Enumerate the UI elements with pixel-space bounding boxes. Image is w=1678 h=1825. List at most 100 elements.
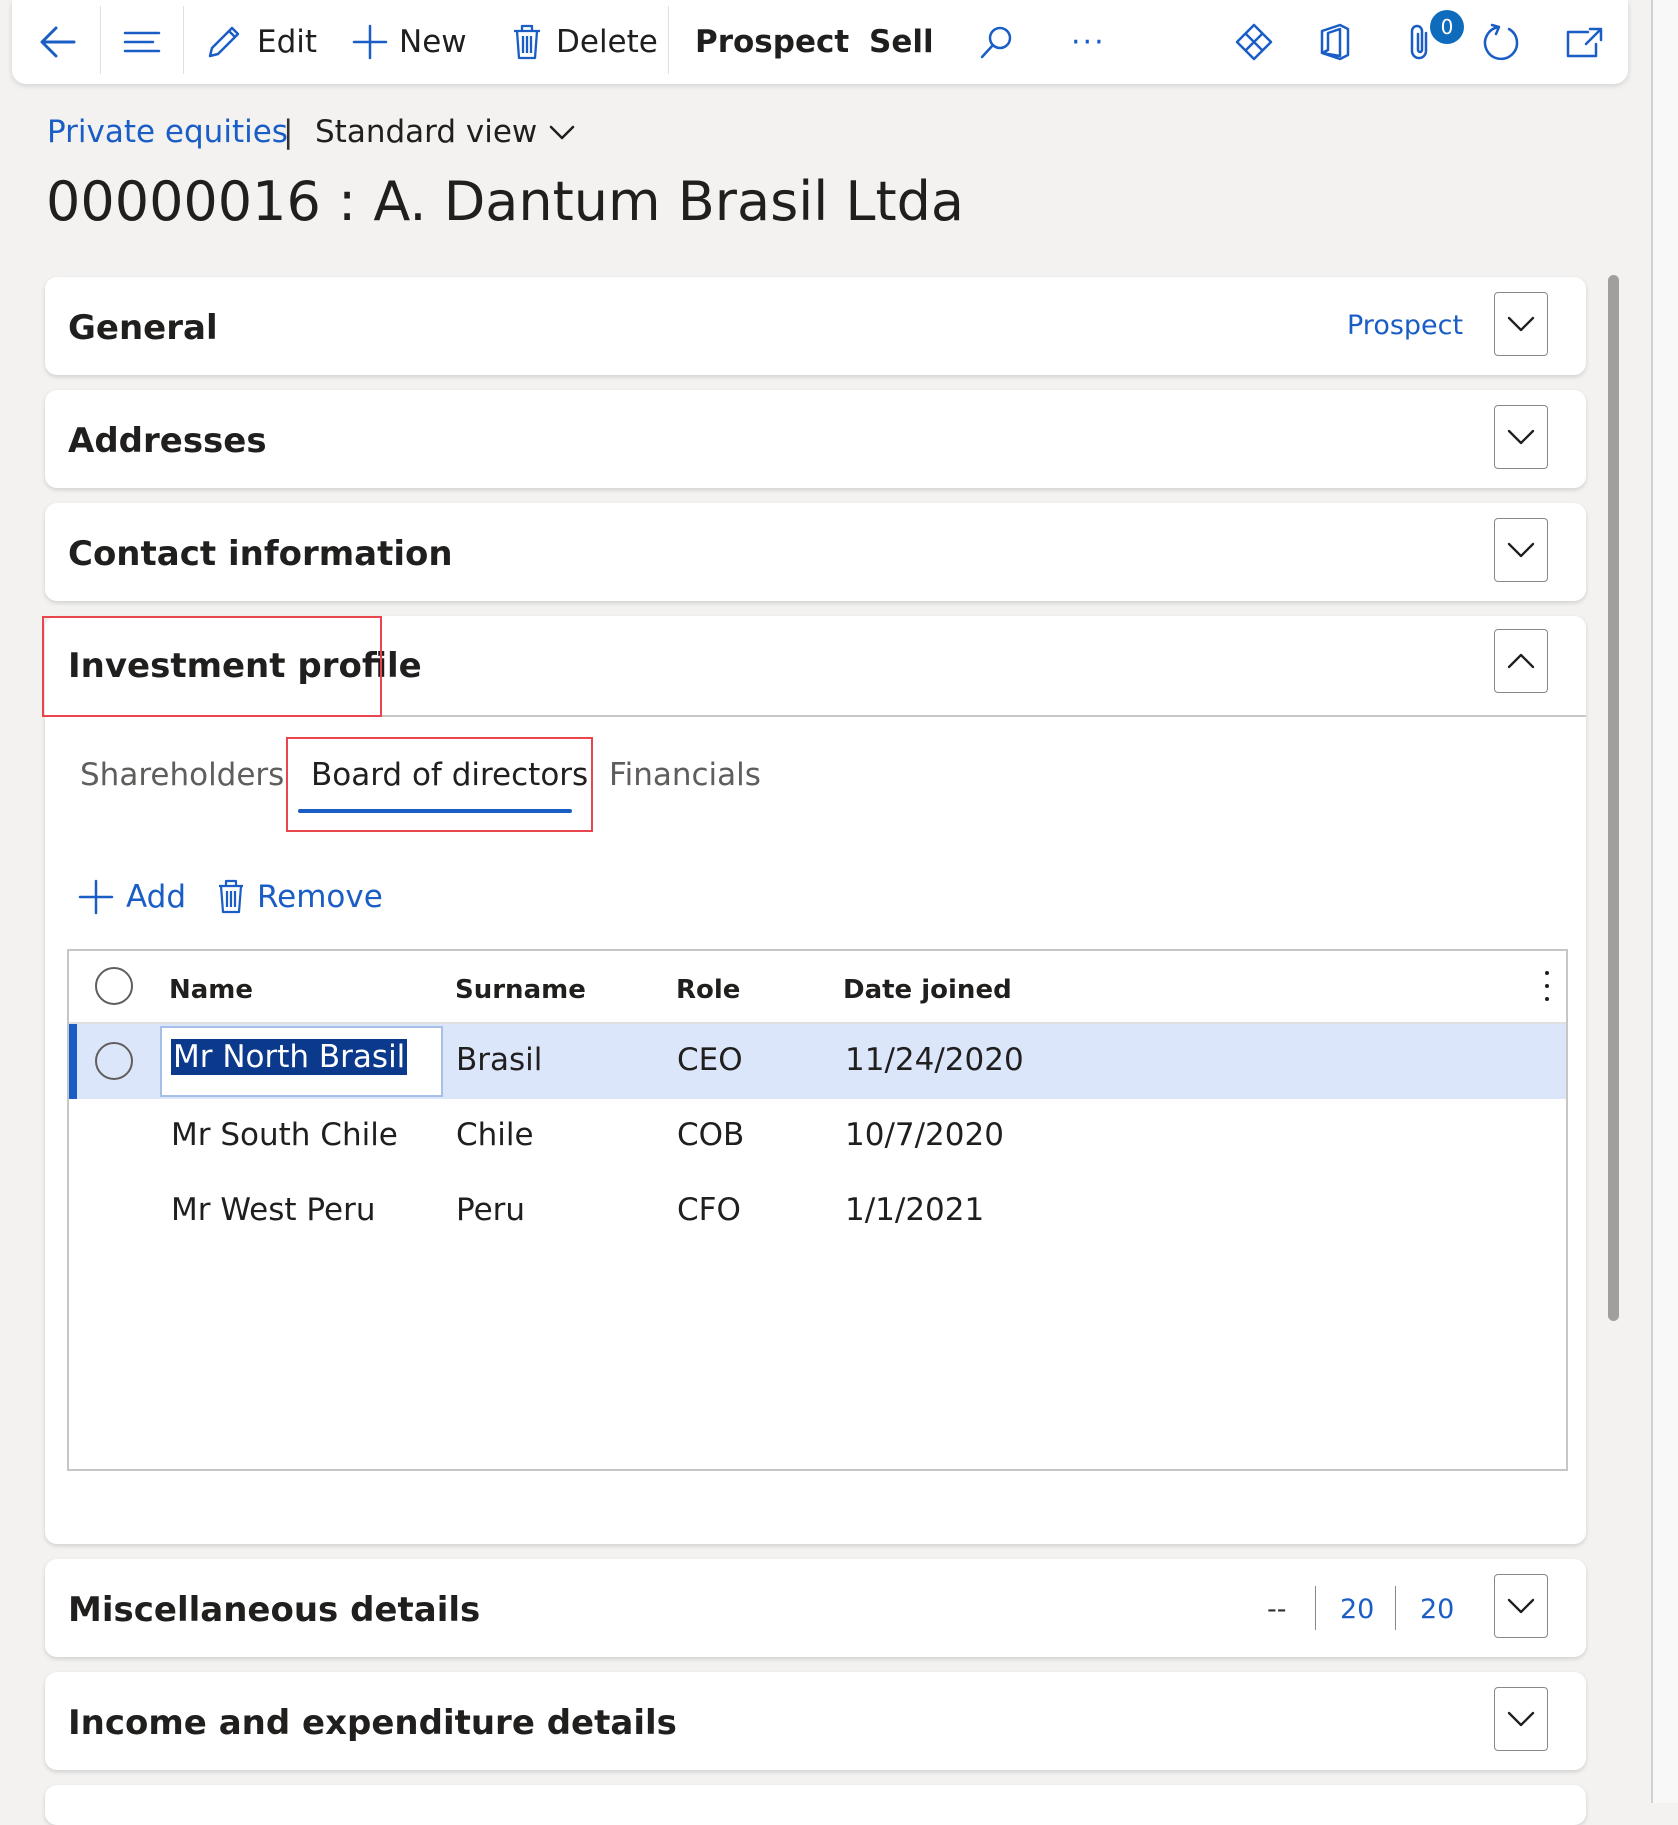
attachments-button[interactable] xyxy=(1406,0,1436,84)
pencil-icon xyxy=(208,26,240,58)
row-role[interactable]: COB xyxy=(677,1117,744,1153)
summary-divider xyxy=(1315,1586,1316,1630)
chevron-down-icon xyxy=(1507,1711,1535,1727)
table-row[interactable]: Mr North Brasil Brasil CEO 11/24/2020 xyxy=(69,1024,1566,1099)
expand-addresses-button[interactable] xyxy=(1494,405,1548,469)
row-date-joined[interactable]: 1/1/2021 xyxy=(845,1192,984,1228)
add-director-button[interactable]: Add xyxy=(78,872,186,922)
action-pane: Edit New Delete Prospect Sell ··· 0 xyxy=(12,0,1628,84)
plus-icon xyxy=(352,24,388,60)
ellipsis-icon: ··· xyxy=(1071,24,1106,60)
chevron-down-icon xyxy=(1507,429,1535,445)
collapse-investment-button[interactable] xyxy=(1494,629,1548,693)
chevron-down-icon xyxy=(1507,316,1535,332)
select-all-radio[interactable] xyxy=(95,967,133,1005)
section-title-income-expenditure[interactable]: Income and expenditure details xyxy=(68,1703,677,1743)
remove-director-button[interactable]: Remove xyxy=(217,872,383,922)
column-header-surname[interactable]: Surname xyxy=(455,975,586,1005)
next-section-partial xyxy=(45,1785,1586,1825)
plus-icon xyxy=(78,879,114,915)
office-icon xyxy=(1320,23,1350,61)
row-role[interactable]: CFO xyxy=(677,1192,741,1228)
miscellaneous-details-section: Miscellaneous details -- 20 20 xyxy=(45,1559,1586,1657)
delete-button[interactable]: Delete xyxy=(512,0,658,84)
open-new-window-button[interactable] xyxy=(1564,0,1604,84)
chevron-down-icon xyxy=(550,125,575,140)
highlight-board-of-directors-tab xyxy=(286,737,593,832)
column-header-date-joined[interactable]: Date joined xyxy=(843,975,1012,1005)
right-pane-edge xyxy=(1653,0,1678,1803)
row-name[interactable]: Mr South Chile xyxy=(171,1117,398,1153)
view-selector[interactable]: Standard view xyxy=(315,114,575,150)
income-expenditure-section: Income and expenditure details xyxy=(45,1672,1586,1770)
summary-divider xyxy=(1395,1586,1396,1630)
remove-label: Remove xyxy=(257,879,383,915)
attachments-count-badge: 0 xyxy=(1430,10,1464,44)
grid-options-icon[interactable] xyxy=(1542,971,1552,1011)
contact-information-section: Contact information xyxy=(45,503,1586,601)
delete-label: Delete xyxy=(556,24,658,60)
row-surname[interactable]: Chile xyxy=(456,1117,534,1153)
power-apps-button[interactable] xyxy=(1234,0,1274,84)
section-title-miscellaneous-details[interactable]: Miscellaneous details xyxy=(68,1590,480,1630)
toolbar-divider xyxy=(183,6,184,74)
highlight-investment-profile xyxy=(42,616,382,717)
row-role[interactable]: CEO xyxy=(677,1042,743,1078)
refresh-icon xyxy=(1483,23,1519,61)
section-title-general[interactable]: General xyxy=(68,308,218,348)
toolbar-divider xyxy=(668,6,669,74)
popout-icon xyxy=(1566,27,1603,58)
row-date-joined[interactable]: 10/7/2020 xyxy=(845,1117,1004,1153)
selected-row-indicator xyxy=(69,1024,77,1099)
more-options-button[interactable]: ··· xyxy=(1071,0,1106,84)
add-label: Add xyxy=(126,879,187,915)
column-header-role[interactable]: Role xyxy=(676,975,740,1005)
tab-shareholders[interactable]: Shareholders xyxy=(80,757,284,793)
page-title: 00000016 : A. Dantum Brasil Ltda xyxy=(46,170,965,233)
hamburger-icon xyxy=(123,31,161,53)
row-surname[interactable]: Brasil xyxy=(456,1042,542,1078)
breadcrumb-separator: | xyxy=(283,114,294,150)
table-row[interactable]: Mr West Peru Peru CFO 1/1/2021 xyxy=(69,1174,1566,1249)
back-button[interactable] xyxy=(38,0,78,84)
misc-summary-3: 20 xyxy=(1420,1594,1455,1625)
view-selector-label: Standard view xyxy=(315,114,538,150)
expand-contact-button[interactable] xyxy=(1494,518,1548,582)
general-section: General Prospect xyxy=(45,277,1586,375)
sell-tab-button[interactable]: Sell xyxy=(869,0,934,84)
row-name[interactable]: Mr West Peru xyxy=(171,1192,375,1228)
row-select-radio[interactable] xyxy=(95,1042,133,1080)
vertical-scrollbar-thumb[interactable] xyxy=(1608,275,1619,1321)
menu-button[interactable] xyxy=(122,0,162,84)
trash-icon xyxy=(219,879,243,914)
table-row[interactable]: Mr South Chile Chile COB 10/7/2020 xyxy=(69,1099,1566,1174)
section-title-addresses[interactable]: Addresses xyxy=(68,421,267,461)
sell-label: Sell xyxy=(869,24,934,60)
board-of-directors-grid: Name Surname Role Date joined Mr North B… xyxy=(67,949,1568,1471)
expand-income-button[interactable] xyxy=(1494,1687,1548,1751)
chevron-up-icon xyxy=(1507,653,1535,669)
addresses-section: Addresses xyxy=(45,390,1586,488)
new-button[interactable]: New xyxy=(351,0,467,84)
office-button[interactable] xyxy=(1318,0,1352,84)
section-title-contact-information[interactable]: Contact information xyxy=(68,534,453,574)
edit-button[interactable]: Edit xyxy=(205,0,317,84)
refresh-button[interactable] xyxy=(1480,0,1522,84)
row-name[interactable]: Mr North Brasil xyxy=(171,1039,408,1075)
breadcrumb-private-equities[interactable]: Private equities xyxy=(47,114,288,150)
trash-icon xyxy=(514,24,540,60)
diamond-icon xyxy=(1235,23,1273,61)
tab-financials[interactable]: Financials xyxy=(609,757,761,793)
expand-misc-button[interactable] xyxy=(1494,1574,1548,1638)
chevron-down-icon xyxy=(1507,542,1535,558)
misc-summary-2: 20 xyxy=(1340,1594,1375,1625)
edit-label: Edit xyxy=(257,24,318,60)
search-button[interactable] xyxy=(978,0,1016,84)
row-date-joined[interactable]: 11/24/2020 xyxy=(845,1042,1024,1078)
chevron-down-icon xyxy=(1507,1598,1535,1614)
expand-general-button[interactable] xyxy=(1494,292,1548,356)
column-header-name[interactable]: Name xyxy=(169,975,253,1005)
row-surname[interactable]: Peru xyxy=(456,1192,525,1228)
new-label: New xyxy=(399,24,467,60)
prospect-tab-button[interactable]: Prospect xyxy=(695,0,849,84)
